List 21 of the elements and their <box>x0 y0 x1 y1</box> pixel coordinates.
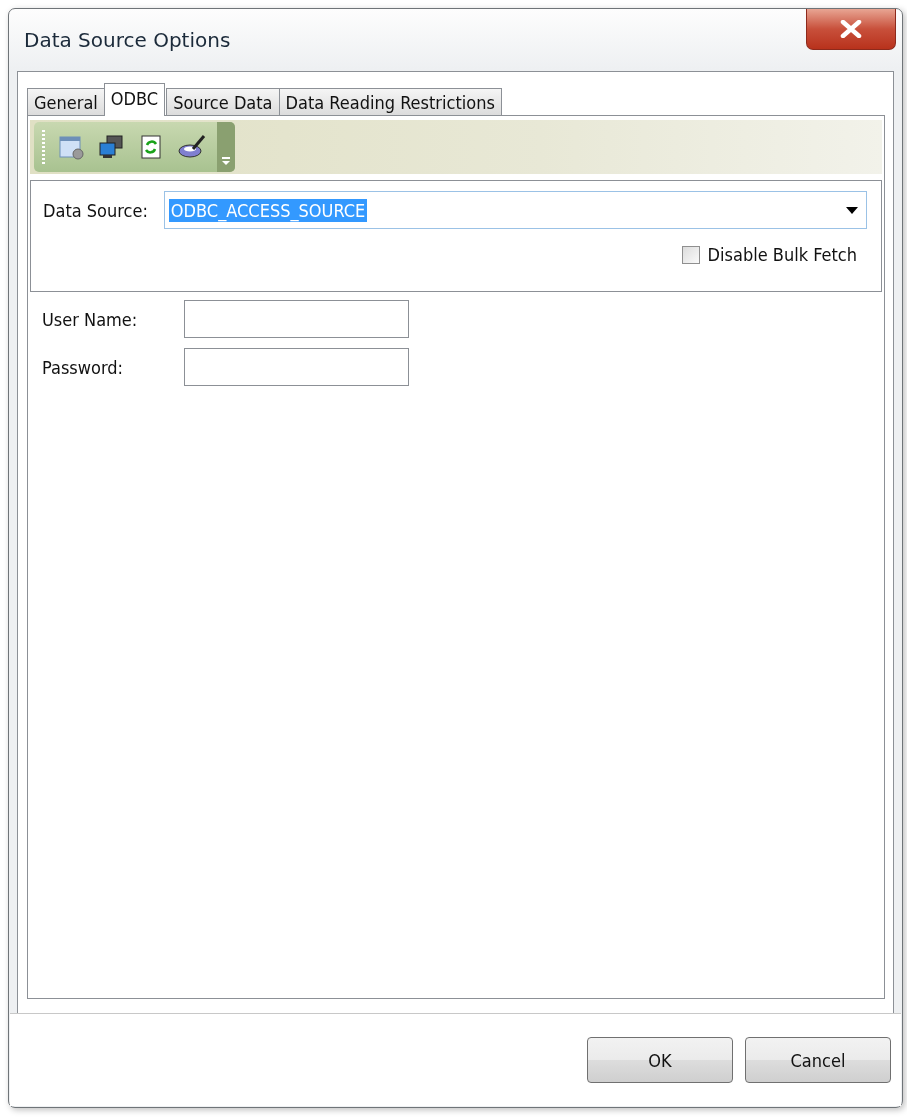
data-source-label: Data Source: <box>43 199 148 221</box>
dialog-button[interactable]: OK <box>587 1037 733 1083</box>
close-button[interactable] <box>806 9 896 50</box>
table-settings-icon[interactable] <box>57 133 85 161</box>
tab[interactable]: Data Reading Restrictions <box>278 88 502 115</box>
input-field[interactable] <box>184 348 409 386</box>
tab[interactable]: Source Data <box>166 88 280 115</box>
window-title: Data Source Options <box>24 28 231 52</box>
field-label: Password: <box>42 356 124 378</box>
field-label: User Name: <box>42 308 139 330</box>
tab[interactable]: General <box>27 88 105 115</box>
dropdown-arrow-icon <box>846 206 858 214</box>
checkbox-label: Disable Bulk Fetch <box>707 244 857 265</box>
close-icon <box>840 20 862 38</box>
dialog-button[interactable]: Cancel <box>745 1037 891 1083</box>
overflow-icon[interactable] <box>221 156 231 166</box>
checkbox[interactable] <box>681 245 700 264</box>
input-field[interactable] <box>184 300 409 338</box>
tab[interactable]: ODBC <box>103 83 166 116</box>
selected-value: ODBC_ACCESS_SOURCE <box>168 198 368 222</box>
computers-icon[interactable] <box>97 133 125 161</box>
